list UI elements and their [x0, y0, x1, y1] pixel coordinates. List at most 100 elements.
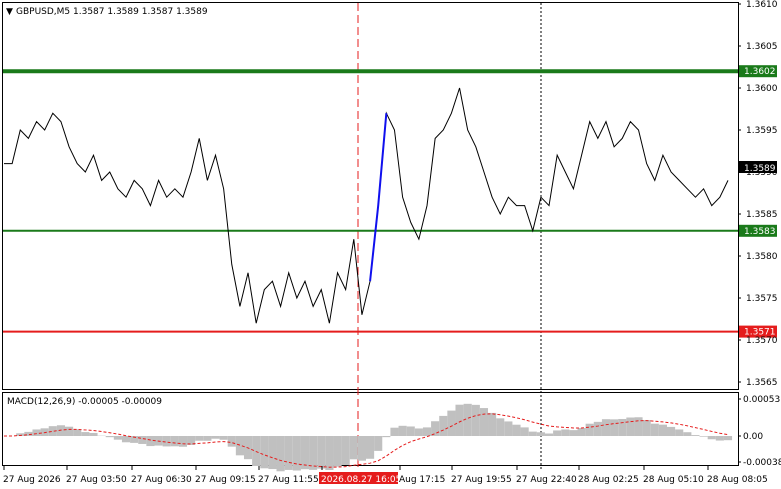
macd-bar: [65, 426, 74, 436]
macd-bar: [447, 410, 456, 436]
macd-bar: [260, 436, 269, 469]
macd-bar: [146, 436, 155, 447]
macd-bar: [138, 436, 147, 444]
price-tick-label: 1.3605: [746, 42, 778, 52]
macd-bar: [471, 404, 480, 436]
macd-bar: [626, 417, 635, 436]
macd-bar: [219, 436, 228, 440]
macd-bar: [520, 427, 529, 436]
price-tick-label: 1.3610: [746, 0, 778, 10]
macd-bar: [422, 427, 432, 436]
macd-bar: [528, 431, 537, 436]
time-axis: 27 Aug 2026 27 Aug 03:50 27 Aug 06:30 27 Au…: [3, 466, 768, 485]
macd-bar: [431, 421, 440, 436]
macd-bar: [81, 432, 90, 436]
symbol-info: GBPUSD,M5 1.3587 1.3589 1.3587 1.3589: [16, 7, 208, 17]
chart-canvas[interactable]: 1.36021.35831.3571 ▼ GBPUSD,M5 1.3587 1.…: [0, 0, 781, 489]
macd-bar: [300, 436, 310, 470]
macd-bar: [284, 436, 293, 470]
macd-bar: [203, 436, 212, 441]
macd-axis: 0.00053 0.00 -0.00038: [738, 395, 781, 468]
macd-bar: [512, 424, 521, 436]
macd-bar: [121, 436, 131, 443]
macd-bar: [650, 423, 659, 436]
time-label: 28 Aug 02:25: [578, 475, 639, 485]
price-tick-label: 1.3575: [746, 294, 778, 304]
macd-bar: [536, 432, 545, 436]
macd-title: MACD(12,26,9) -0.00005 -0.00009: [7, 397, 162, 407]
macd-bar: [593, 421, 602, 436]
time-label: 28 Aug 08:05: [707, 475, 768, 485]
macd-bar: [398, 425, 407, 436]
macd-bar: [544, 433, 554, 436]
time-label: 27 Aug 19:55: [451, 475, 512, 485]
time-label: 27 Aug 2026: [3, 475, 61, 485]
macd-bar: [268, 436, 277, 470]
time-label: 28 Aug 05:10: [643, 475, 704, 485]
macd-bar: [601, 419, 611, 436]
macd-bar: [325, 436, 334, 470]
level-1.3602-label: 1.3602: [744, 67, 776, 77]
macd-bar: [675, 429, 684, 436]
macd-bar: [715, 436, 724, 441]
time-label: 27 Aug 11:55: [258, 475, 319, 485]
macd-bar: [642, 419, 651, 436]
macd-bar: [577, 427, 586, 436]
macd-bar: [658, 424, 667, 436]
macd-bar: [333, 436, 342, 467]
macd-bar: [366, 436, 375, 459]
time-label: Aug 17:15: [399, 475, 445, 485]
current-price-marker: 1.3589: [739, 161, 777, 174]
price-tick-label: 1.3600: [746, 84, 778, 94]
header-triangle-icon: ▼: [6, 7, 13, 17]
macd-bar: [414, 428, 423, 436]
price-tick-label: 1.3595: [746, 126, 778, 136]
level-1.3583-label: 1.3583: [744, 227, 776, 237]
macd-bar: [496, 418, 505, 436]
macd-bar: [56, 425, 66, 436]
macd-bar: [73, 429, 82, 436]
macd-bar: [374, 436, 383, 451]
macd-bar: [211, 436, 220, 439]
macd-bar: [439, 415, 448, 436]
time-label: 27 Aug 09:15: [195, 475, 256, 485]
macd-bar: [569, 430, 578, 436]
macd-bar: [488, 412, 497, 436]
macd-bar: [276, 436, 285, 472]
macd-bar: [585, 423, 594, 436]
macd-bar: [553, 430, 562, 436]
price-tick-label: 1.3570: [746, 336, 778, 346]
macd-bar: [170, 436, 179, 447]
price-tick-label: 1.3580: [746, 252, 778, 262]
macd-bar: [227, 436, 236, 447]
macd-bar: [723, 436, 733, 441]
macd-bar: [683, 432, 692, 436]
current-price-label: 1.3589: [744, 164, 776, 174]
macd-bar: [610, 419, 619, 436]
macd-bar: [618, 418, 627, 436]
time-highlight-label: 2026.08.27 16:05: [321, 475, 401, 485]
macd-tick-label: -0.00038: [743, 458, 781, 468]
macd-bar: [105, 436, 114, 438]
macd-bar: [357, 436, 366, 461]
macd-bar: [666, 426, 676, 436]
macd-bar: [699, 436, 708, 437]
macd-bar: [455, 404, 464, 436]
macd-bar: [309, 436, 318, 470]
macd-bar: [349, 436, 358, 460]
macd-bar: [479, 408, 489, 436]
macd-bar: [504, 421, 513, 436]
macd-bar: [162, 436, 171, 447]
price-tick-label: 1.3565: [746, 378, 778, 388]
time-label: 27 Aug 06:30: [131, 475, 192, 485]
macd-bar: [561, 429, 570, 436]
macd-bar: [252, 436, 261, 466]
macd-bar: [113, 436, 122, 440]
macd-tick-label: 0.00053: [743, 395, 780, 405]
macd-bar: [390, 427, 399, 436]
macd-bar: [317, 436, 326, 469]
macd-bar: [406, 426, 415, 436]
macd-bar: [382, 436, 391, 438]
price-tick-label: 1.3585: [746, 210, 778, 220]
macd-bar: [292, 436, 301, 471]
